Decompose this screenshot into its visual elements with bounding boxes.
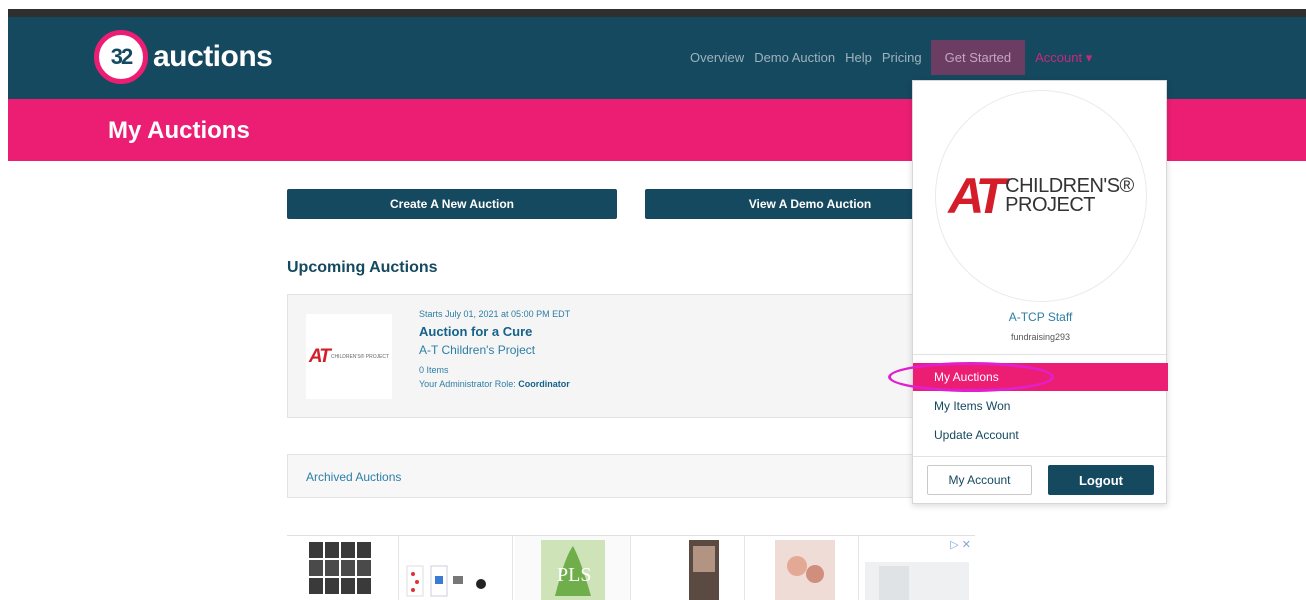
menu-item-update-account[interactable]: Update Account	[913, 421, 1168, 449]
ad-tile[interactable]	[401, 536, 513, 600]
auction-thumbnail[interactable]: AT CHILDREN'S® PROJECT	[306, 314, 392, 399]
menu-item-my-items-won[interactable]: My Items Won	[913, 392, 1168, 420]
divider	[913, 354, 1168, 355]
ad-image-grid	[309, 542, 371, 594]
ad-image-photo	[775, 540, 835, 600]
nav-help[interactable]: Help	[845, 50, 872, 65]
ad-choices-icon[interactable]: ▷ ✕	[950, 538, 971, 551]
logout-button[interactable]: Logout	[1048, 465, 1154, 495]
site-logo[interactable]: 32 auctions	[94, 30, 273, 84]
auction-card[interactable]: AT CHILDREN'S® PROJECT Starts July 01, 2…	[287, 294, 927, 418]
account-dropdown: AT CHILDREN'S® PROJECT A-TCP Staff fundr…	[912, 80, 1168, 504]
nav-overview[interactable]: Overview	[690, 50, 744, 65]
ad-tile[interactable]: ▷ ✕	[861, 536, 975, 600]
logo-text: auctions	[153, 40, 273, 73]
my-account-button[interactable]: My Account	[927, 465, 1032, 495]
nav-pricing[interactable]: Pricing	[882, 50, 922, 65]
auction-date: Starts July 01, 2021 at 05:00 PM EDT	[419, 309, 571, 319]
page-title: My Auctions	[108, 117, 250, 144]
upcoming-auctions-heading: Upcoming Auctions	[287, 259, 438, 276]
auction-admin-role: Your Administrator Role: Coordinator	[419, 379, 570, 389]
org-logo: AT CHILDREN'S® PROJECT	[948, 168, 1134, 224]
top-strip	[0, 0, 1306, 17]
ad-tile[interactable]	[747, 536, 859, 600]
logo-badge: 32	[94, 30, 148, 84]
ad-tile[interactable]	[287, 536, 399, 600]
account-menu-toggle[interactable]: Account ▾	[1035, 50, 1092, 66]
get-started-button[interactable]: Get Started	[930, 40, 1026, 75]
auction-name-link[interactable]: Auction for a Cure	[419, 324, 570, 339]
auction-info: Starts July 01, 2021 at 05:00 PM EDT Auc…	[419, 309, 570, 389]
ad-image-plants: PLS	[541, 540, 605, 600]
create-auction-button[interactable]: Create A New Auction	[287, 189, 617, 219]
account-display-name[interactable]: A-TCP Staff	[913, 310, 1168, 324]
auction-item-count: 0 Items	[419, 365, 449, 375]
ad-tile[interactable]: PLS	[515, 536, 631, 600]
ad-banner[interactable]: PLS ▷ ✕	[287, 535, 975, 600]
archived-auctions-panel[interactable]: Archived Auctions	[287, 454, 927, 498]
svg-text:PLS: PLS	[557, 564, 591, 586]
highlight-annotation	[888, 362, 1054, 392]
page: 32 auctions Overview Demo Auction Help P…	[0, 0, 1306, 600]
auction-org-link[interactable]: A-T Children's Project	[419, 343, 570, 357]
ad-image-cards	[406, 565, 486, 597]
ad-tile[interactable]	[633, 536, 745, 600]
divider	[913, 456, 1168, 457]
account-username: fundraising293	[1010, 332, 1071, 342]
org-logo-small: AT CHILDREN'S® PROJECT	[308, 345, 390, 367]
main-nav: Overview Demo Auction Help Pricing Get S…	[690, 40, 1092, 75]
ad-image-book	[689, 540, 719, 600]
org-avatar: AT CHILDREN'S® PROJECT	[935, 90, 1147, 302]
nav-demo-auction[interactable]: Demo Auction	[754, 50, 835, 65]
archived-auctions-label[interactable]: Archived Auctions	[306, 470, 401, 484]
